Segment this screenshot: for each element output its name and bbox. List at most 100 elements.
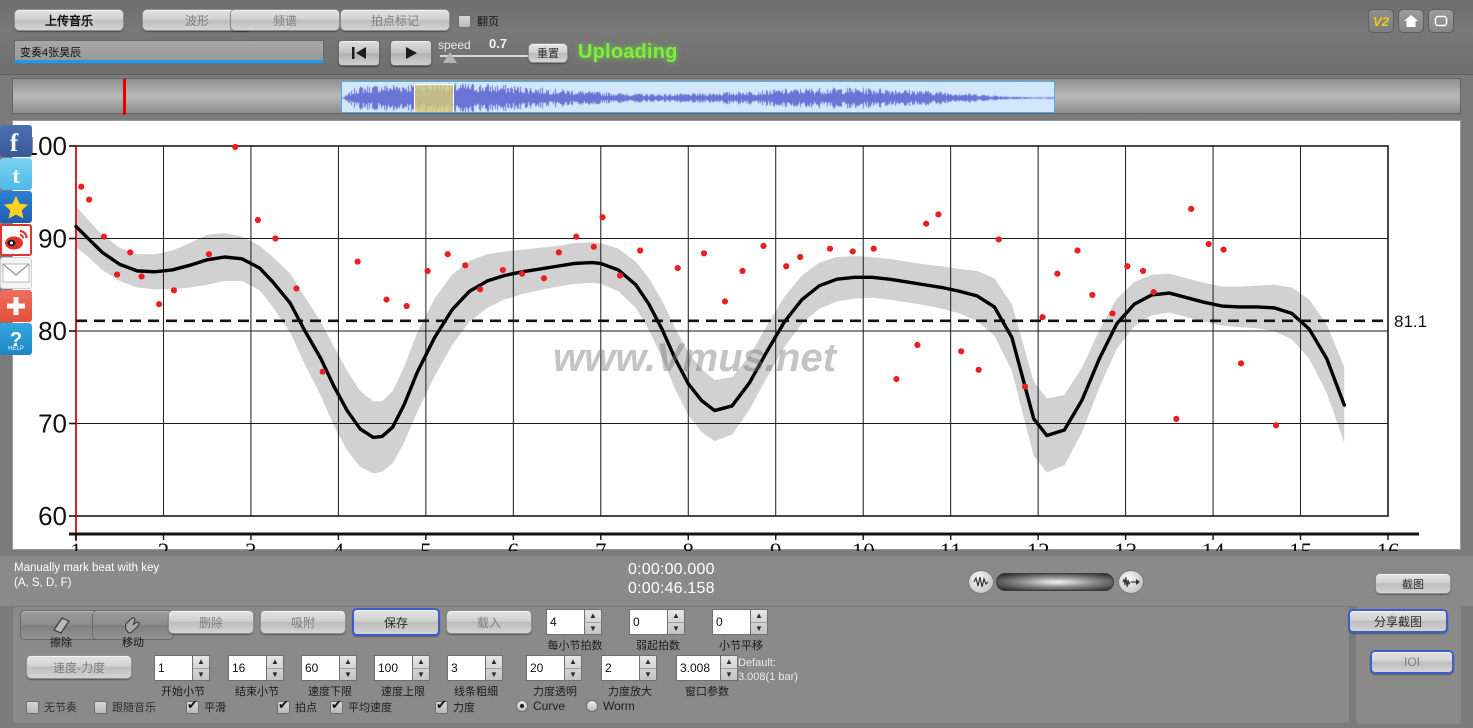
beat-mark-button[interactable]: 拍点标记: [340, 9, 450, 31]
spinner-down-icon[interactable]: ▼: [486, 669, 502, 681]
beats-checkbox-box[interactable]: [277, 699, 290, 714]
start-bar-input[interactable]: [154, 655, 192, 681]
pickup-beats-spinner[interactable]: ▲▼ 弱起拍数: [629, 609, 685, 652]
dynamics-checkbox-box[interactable]: [435, 699, 448, 714]
line-width-input[interactable]: [447, 655, 485, 681]
skip-to-start-button[interactable]: [338, 40, 380, 66]
dynamics-scale-arrows[interactable]: ▲ ▼: [639, 655, 657, 681]
tempo-min-arrows[interactable]: ▲ ▼: [339, 655, 357, 681]
no-rhythm-checkbox-box[interactable]: [26, 700, 39, 714]
bar-shift-input[interactable]: [712, 609, 750, 635]
start-bar-spinner[interactable]: ▲▼ 开始小节: [154, 655, 210, 698]
beats-per-bar-arrows[interactable]: ▲ ▼: [584, 609, 602, 635]
load-button[interactable]: 载入: [446, 610, 532, 634]
waveform-overview-canvas[interactable]: [341, 81, 1055, 113]
window-param-arrows[interactable]: ▲ ▼: [720, 655, 738, 681]
window-param-input[interactable]: [676, 655, 720, 681]
snap-button[interactable]: 吸附: [260, 610, 346, 634]
spinner-down-icon[interactable]: ▼: [640, 669, 656, 681]
spinner-down-icon[interactable]: ▼: [585, 623, 601, 635]
weibo-icon[interactable]: [0, 224, 32, 256]
spinner-up-icon[interactable]: ▲: [565, 656, 581, 669]
dynamics-alpha-spinner[interactable]: ▲▼ 力度透明: [526, 655, 582, 698]
facebook-icon[interactable]: f: [0, 125, 32, 157]
spinner-up-icon[interactable]: ▲: [340, 656, 356, 669]
reset-button[interactable]: 重置: [528, 43, 568, 63]
waveform-low-icon[interactable]: [968, 570, 994, 594]
beats-per-bar-input[interactable]: [546, 609, 584, 635]
dynamics-scale-input[interactable]: [601, 655, 639, 681]
beats-checkbox[interactable]: 拍点: [277, 699, 317, 715]
worm-radio-button[interactable]: [586, 700, 598, 712]
spinner-up-icon[interactable]: ▲: [193, 656, 209, 669]
tempo-max-spinner[interactable]: ▲▼ 速度上限: [374, 655, 430, 698]
dynamics-checkbox[interactable]: 力度: [435, 699, 475, 715]
curve-radio[interactable]: Curve: [516, 699, 565, 713]
end-bar-arrows[interactable]: ▲ ▼: [266, 655, 284, 681]
speed-slider-thumb[interactable]: [443, 52, 457, 63]
tempo-dynamics-button[interactable]: 速度-力度: [26, 655, 132, 679]
smooth-checkbox[interactable]: 平滑: [186, 699, 226, 715]
dynamics-alpha-arrows[interactable]: ▲ ▼: [564, 655, 582, 681]
tempo-min-input[interactable]: [301, 655, 339, 681]
average-tempo-checkbox[interactable]: 平均速度: [330, 699, 392, 715]
page-turn-checkbox-box[interactable]: [458, 14, 471, 28]
spinner-up-icon[interactable]: ▲: [721, 656, 737, 669]
dynamics-alpha-input[interactable]: [526, 655, 564, 681]
line-width-arrows[interactable]: ▲ ▼: [485, 655, 503, 681]
line-width-spinner[interactable]: ▲▼ 线条粗细: [447, 655, 503, 698]
beats-per-bar-spinner[interactable]: ▲▼ 每小节拍数: [546, 609, 603, 652]
start-bar-arrows[interactable]: ▲ ▼: [192, 655, 210, 681]
waveform-high-icon[interactable]: [1118, 570, 1144, 594]
average-tempo-checkbox-box[interactable]: [330, 699, 343, 714]
window-param-spinner[interactable]: ▲▼ 窗口参数: [676, 655, 738, 698]
waveform-playhead[interactable]: [123, 79, 126, 115]
save-button[interactable]: 保存: [352, 608, 440, 636]
spinner-up-icon[interactable]: ▲: [486, 656, 502, 669]
share-screenshot-button[interactable]: 分享截图: [1348, 609, 1448, 633]
spinner-down-icon[interactable]: ▼: [267, 669, 283, 681]
end-bar-spinner[interactable]: ▲▼ 结束小节: [228, 655, 284, 698]
spectrum-button[interactable]: 频谱: [230, 9, 340, 31]
help-icon[interactable]: ? HELP: [0, 323, 32, 355]
spinner-down-icon[interactable]: ▼: [340, 669, 356, 681]
spinner-down-icon[interactable]: ▼: [565, 669, 581, 681]
spinner-up-icon[interactable]: ▲: [751, 610, 767, 623]
volume-slider[interactable]: [996, 573, 1114, 591]
fullscreen-button[interactable]: [1428, 9, 1454, 33]
waveform-selection-region[interactable]: [414, 84, 454, 112]
tempo-chart-panel[interactable]: 81.16070809010012345678910111213141516 w…: [12, 120, 1461, 551]
no-rhythm-checkbox[interactable]: 无节奏: [26, 699, 77, 715]
spinner-down-icon[interactable]: ▼: [751, 623, 767, 635]
upload-music-button[interactable]: 上传音乐: [14, 9, 124, 31]
page-turn-checkbox[interactable]: 翻页: [458, 13, 499, 29]
pickup-beats-input[interactable]: [629, 609, 667, 635]
spinner-up-icon[interactable]: ▲: [585, 610, 601, 623]
spinner-down-icon[interactable]: ▼: [413, 669, 429, 681]
follow-music-checkbox[interactable]: 跟随音乐: [94, 699, 156, 715]
dynamics-scale-spinner[interactable]: ▲▼ 力度放大: [601, 655, 657, 698]
home-button[interactable]: [1398, 9, 1424, 33]
delete-button[interactable]: 删除: [168, 610, 254, 634]
spinner-up-icon[interactable]: ▲: [640, 656, 656, 669]
bar-shift-arrows[interactable]: ▲ ▼: [750, 609, 768, 635]
bar-shift-spinner[interactable]: ▲▼ 小节平移: [712, 609, 768, 652]
version-badge[interactable]: V2: [1368, 9, 1394, 33]
waveform-overview-strip[interactable]: [12, 78, 1461, 115]
volume-control[interactable]: [966, 570, 1146, 596]
twitter-icon[interactable]: t: [0, 158, 32, 190]
ioi-button[interactable]: IOI: [1370, 650, 1454, 674]
tempo-max-arrows[interactable]: ▲ ▼: [412, 655, 430, 681]
spinner-up-icon[interactable]: ▲: [413, 656, 429, 669]
smooth-checkbox-box[interactable]: [186, 699, 199, 714]
play-button[interactable]: [390, 40, 432, 66]
email-icon[interactable]: [0, 257, 32, 289]
end-bar-input[interactable]: [228, 655, 266, 681]
qzone-icon[interactable]: [0, 191, 32, 223]
spinner-up-icon[interactable]: ▲: [668, 610, 684, 623]
share-more-icon[interactable]: [0, 290, 32, 322]
spinner-down-icon[interactable]: ▼: [721, 669, 737, 681]
tempo-min-spinner[interactable]: ▲▼ 速度下限: [301, 655, 357, 698]
spinner-down-icon[interactable]: ▼: [668, 623, 684, 635]
tempo-max-input[interactable]: [374, 655, 412, 681]
